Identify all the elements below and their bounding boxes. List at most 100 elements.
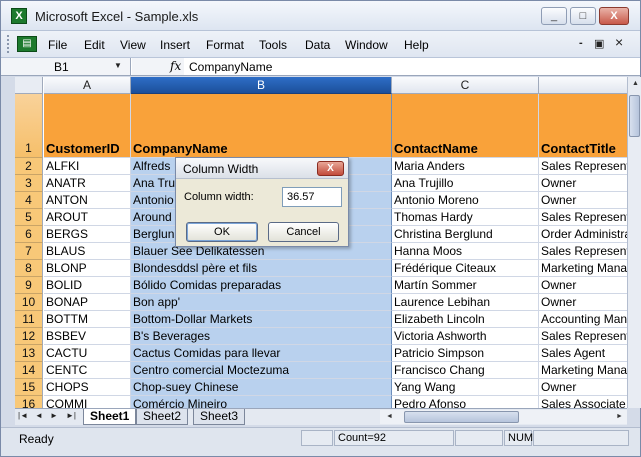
next-sheet-icon[interactable]: ►: [50, 411, 58, 420]
table-cell[interactable]: BONAP: [44, 294, 131, 311]
row-header[interactable]: 1: [15, 94, 43, 158]
table-cell[interactable]: ANTON: [44, 192, 131, 209]
ok-button[interactable]: OK: [186, 222, 258, 242]
table-cell[interactable]: BLONP: [44, 260, 131, 277]
insert-function-icon[interactable]: fx: [170, 59, 181, 73]
table-cell[interactable]: Sales Agent: [539, 345, 627, 362]
table-cell[interactable]: Ana Trujillo: [392, 175, 539, 192]
minimize-button[interactable]: _: [541, 7, 567, 25]
table-cell[interactable]: BLAUS: [44, 243, 131, 260]
table-cell[interactable]: Christina Berglund: [392, 226, 539, 243]
table-cell[interactable]: Sales Representative: [539, 328, 627, 345]
table-cell[interactable]: Sales Associate: [539, 396, 627, 408]
row-header[interactable]: 16: [15, 396, 43, 408]
formula-input[interactable]: CompanyName: [189, 60, 272, 74]
header-cell-companyname[interactable]: CompanyName: [131, 94, 392, 158]
menu-window[interactable]: Window: [345, 38, 388, 52]
close-button[interactable]: X: [599, 7, 629, 25]
row-header[interactable]: 3: [15, 175, 43, 192]
scroll-up-arrow-icon[interactable]: ▲: [632, 80, 639, 87]
table-cell[interactable]: Pedro Afonso: [392, 396, 539, 408]
row-header[interactable]: 2: [15, 158, 43, 175]
table-cell[interactable]: Bon app': [131, 294, 392, 311]
menu-help[interactable]: Help: [404, 38, 429, 52]
menu-format[interactable]: Format: [206, 38, 244, 52]
row-header[interactable]: 8: [15, 260, 43, 277]
table-cell[interactable]: BERGS: [44, 226, 131, 243]
menu-insert[interactable]: Insert: [160, 38, 190, 52]
last-sheet-icon[interactable]: ►|: [66, 411, 76, 420]
row-header[interactable]: 6: [15, 226, 43, 243]
workbook-icon[interactable]: ▤: [17, 36, 37, 52]
row-header[interactable]: 5: [15, 209, 43, 226]
scroll-left-arrow-icon[interactable]: ◄: [386, 413, 393, 420]
sheet-tab-sheet3[interactable]: Sheet3: [193, 409, 246, 425]
table-cell[interactable]: Owner: [539, 192, 627, 209]
horizontal-scroll-thumb[interactable]: [404, 411, 519, 423]
table-cell[interactable]: BOLID: [44, 277, 131, 294]
vertical-scrollbar[interactable]: ▲: [627, 77, 641, 408]
dialog-close-button[interactable]: X: [317, 161, 344, 176]
table-cell[interactable]: Centro comercial Moctezuma: [131, 362, 392, 379]
prev-sheet-icon[interactable]: ◄: [35, 411, 43, 420]
cancel-button[interactable]: Cancel: [268, 222, 339, 242]
table-cell[interactable]: Cactus Comidas para llevar: [131, 345, 392, 362]
menu-data[interactable]: Data: [305, 38, 330, 52]
table-cell[interactable]: Francisco Chang: [392, 362, 539, 379]
row-header[interactable]: 7: [15, 243, 43, 260]
table-cell[interactable]: Marketing Manager: [539, 260, 627, 277]
column-header-a[interactable]: A: [44, 77, 131, 94]
table-cell[interactable]: CENTC: [44, 362, 131, 379]
workbook-close-button[interactable]: ×: [615, 34, 623, 50]
table-cell[interactable]: Sales Representative: [539, 209, 627, 226]
name-box[interactable]: B1 ▼: [1, 58, 131, 75]
row-header[interactable]: 13: [15, 345, 43, 362]
header-cell-contactname[interactable]: ContactName: [392, 94, 539, 158]
horizontal-scrollbar[interactable]: ◄ ►: [380, 410, 627, 424]
first-sheet-icon[interactable]: |◄: [18, 411, 28, 420]
table-cell[interactable]: Sales Representative: [539, 158, 627, 175]
table-cell[interactable]: Laurence Lebihan: [392, 294, 539, 311]
table-cell[interactable]: Comércio Mineiro: [131, 396, 392, 408]
sheet-tab-sheet2[interactable]: Sheet2: [136, 409, 189, 425]
row-header[interactable]: 9: [15, 277, 43, 294]
menu-edit[interactable]: Edit: [84, 38, 105, 52]
column-header-d[interactable]: [539, 77, 627, 94]
workbook-restore-button[interactable]: ▣: [594, 37, 604, 50]
table-cell[interactable]: COMMI: [44, 396, 131, 408]
table-cell[interactable]: Blondesddsl père et fils: [131, 260, 392, 277]
row-header[interactable]: 15: [15, 379, 43, 396]
table-cell[interactable]: Chop-suey Chinese: [131, 379, 392, 396]
row-header[interactable]: 10: [15, 294, 43, 311]
menu-tools[interactable]: Tools: [259, 38, 287, 52]
table-cell[interactable]: AROUT: [44, 209, 131, 226]
menu-view[interactable]: View: [120, 38, 146, 52]
table-cell[interactable]: Order Administrator: [539, 226, 627, 243]
row-header[interactable]: 4: [15, 192, 43, 209]
table-cell[interactable]: Hanna Moos: [392, 243, 539, 260]
maximize-button[interactable]: □: [570, 7, 596, 25]
row-header[interactable]: 12: [15, 328, 43, 345]
table-cell[interactable]: Frédérique Citeaux: [392, 260, 539, 277]
table-cell[interactable]: Owner: [539, 294, 627, 311]
table-cell[interactable]: Thomas Hardy: [392, 209, 539, 226]
select-all-corner[interactable]: [15, 77, 43, 94]
table-cell[interactable]: Accounting Manager: [539, 311, 627, 328]
column-header-b[interactable]: B: [131, 77, 392, 94]
table-cell[interactable]: Maria Anders: [392, 158, 539, 175]
table-cell[interactable]: Sales Representative: [539, 243, 627, 260]
table-cell[interactable]: CACTU: [44, 345, 131, 362]
workbook-minimize-button[interactable]: -: [579, 37, 583, 49]
table-cell[interactable]: Owner: [539, 175, 627, 192]
column-header-c[interactable]: C: [392, 77, 539, 94]
menu-file[interactable]: File: [48, 38, 67, 52]
table-cell[interactable]: Elizabeth Lincoln: [392, 311, 539, 328]
table-cell[interactable]: Owner: [539, 277, 627, 294]
table-cell[interactable]: Owner: [539, 379, 627, 396]
table-cell[interactable]: BOTTM: [44, 311, 131, 328]
name-box-dropdown-icon[interactable]: ▼: [114, 61, 122, 70]
header-cell-contacttitle[interactable]: ContactTitle: [539, 94, 627, 158]
excel-app-icon[interactable]: X: [11, 8, 27, 24]
column-width-input[interactable]: [282, 187, 342, 207]
table-cell[interactable]: Antonio Moreno: [392, 192, 539, 209]
